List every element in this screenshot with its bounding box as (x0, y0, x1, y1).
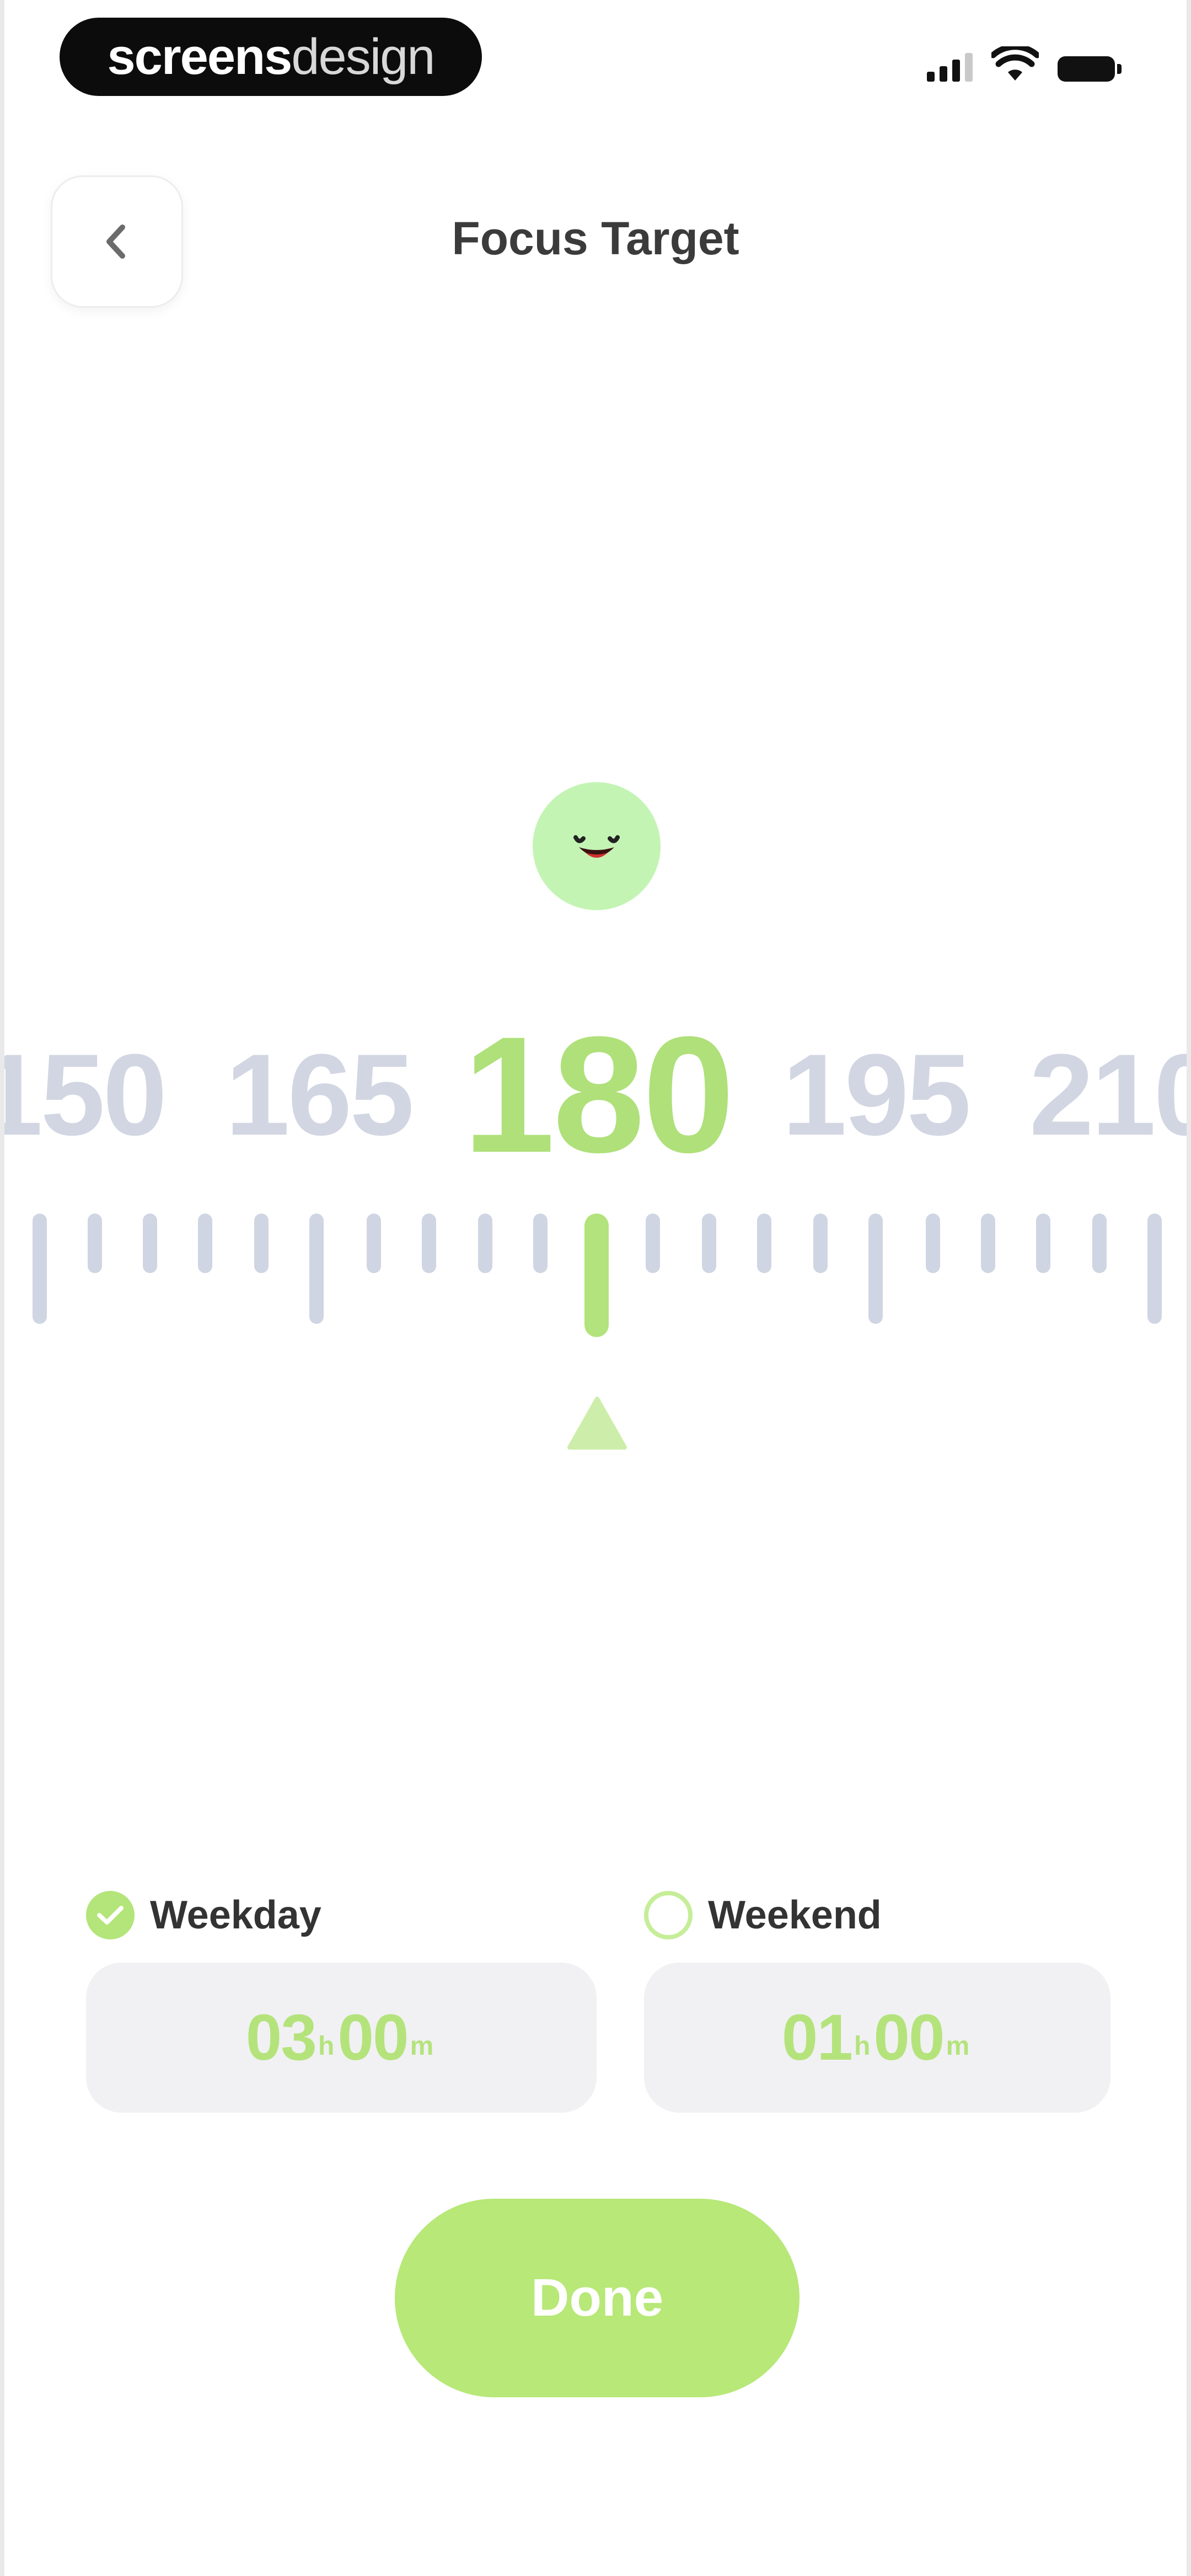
watermark-badge: screens design (60, 18, 482, 96)
ruler-tick-major (1147, 1214, 1162, 1324)
ruler-label: 165 (225, 1030, 414, 1159)
weekday-label: Weekday (150, 1893, 321, 1937)
ruler-tick-selected (584, 1214, 609, 1337)
page-title: Focus Target (452, 212, 739, 264)
weekend-hours-unit: h (854, 2031, 871, 2061)
weekday-time-field[interactable]: 03 h 00 m (86, 1963, 597, 2113)
triangle-pointer-icon (567, 1397, 627, 1450)
ruler-tick (422, 1214, 436, 1273)
weekday-minutes-unit: m (410, 2031, 434, 2061)
weekday-minutes: 00 (337, 2001, 409, 2074)
ruler-tick (367, 1214, 381, 1273)
ruler-tick (926, 1214, 940, 1273)
ruler-label: 195 (782, 1030, 971, 1159)
cellular-signal-icon (927, 51, 973, 82)
weekend-time-field[interactable]: 01 h 00 m (644, 1963, 1110, 2113)
ruler-tick (757, 1214, 771, 1273)
weekend-label: Weekend (708, 1893, 882, 1937)
weekend-minutes-unit: m (946, 2031, 970, 2061)
weekend-minutes: 00 (873, 2001, 945, 2074)
phone-screen: screensdesign Focus Target 150 165 180 (4, 0, 1187, 2576)
ruler-tick (981, 1214, 995, 1273)
ruler-tick (478, 1214, 492, 1273)
weekday-option[interactable]: Weekday (86, 1891, 321, 1939)
weekday-radio[interactable] (86, 1891, 135, 1939)
ruler-tick (813, 1214, 828, 1273)
weekday-hours-unit: h (318, 2031, 335, 2061)
ruler-label-selected: 180 (463, 1002, 735, 1187)
ruler-tick (1092, 1214, 1107, 1273)
ruler-tick (1036, 1214, 1050, 1273)
weekday-hours: 03 (245, 2001, 317, 2074)
ruler-label: 210 (1029, 1030, 1187, 1159)
watermark-bold-text: screens (107, 28, 293, 85)
value-ruler[interactable]: 150 165 180 195 210 (4, 1012, 1187, 1478)
mascot-avatar (533, 782, 661, 910)
ruler-tick (254, 1214, 269, 1273)
checkmark-icon (97, 1906, 124, 1925)
watermark-light-text: design (291, 28, 435, 85)
ruler-tick (143, 1214, 157, 1273)
wifi-icon (991, 46, 1039, 81)
done-button[interactable]: Done (395, 2199, 800, 2397)
ruler-tick (646, 1214, 660, 1273)
weekend-radio[interactable] (644, 1891, 693, 1939)
smiling-face-icon (573, 835, 620, 858)
ruler-tick-major (33, 1214, 47, 1324)
ruler-label: 150 (4, 1030, 167, 1159)
status-icons (927, 46, 1122, 82)
ruler-tick-major (868, 1214, 883, 1324)
ruler-tick-major (309, 1214, 324, 1324)
ruler-tick (702, 1214, 716, 1273)
battery-icon (1058, 56, 1122, 82)
ruler-tick (88, 1214, 102, 1273)
weekend-hours: 01 (781, 2001, 853, 2074)
ruler-tick (198, 1214, 212, 1273)
weekend-option[interactable]: Weekend (644, 1891, 882, 1939)
ruler-tick (533, 1214, 548, 1273)
